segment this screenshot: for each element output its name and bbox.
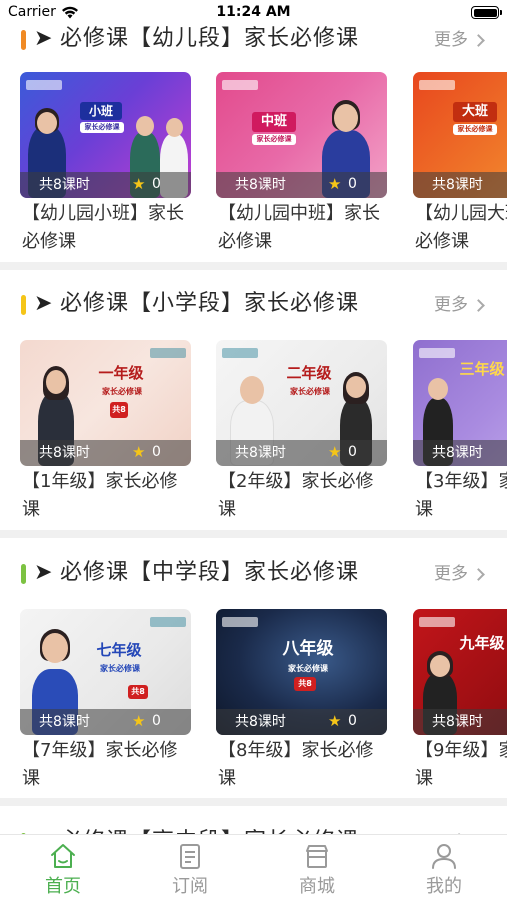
section-divider [0, 530, 507, 538]
lesson-count: 共8课时 [235, 445, 286, 461]
more-label: 更多 [434, 295, 468, 315]
rating-score: 0 [348, 713, 357, 729]
course-thumbnail: 八年级 家长必修课 共8 共8课时 ★ 0 [216, 609, 387, 735]
course-title: 【9年级】家长必修课 [415, 740, 507, 789]
section-header: ➤ 必修课【小学段】家长必修课 更多 [0, 276, 507, 332]
store-icon [306, 845, 328, 868]
rating-score: 0 [152, 713, 161, 729]
course-thumbnail: 大班 家长必修课 共8课时 ★ 0 [413, 72, 507, 198]
course-card[interactable]: 小班 家长必修课 共8课时 ★ 0 【幼儿园小班】家长必修课 [20, 72, 191, 252]
lesson-count: 共8课时 [39, 714, 90, 730]
star-icon: ★ [328, 712, 342, 730]
tab-label: 订阅 [172, 876, 208, 897]
tab-store[interactable]: 商城 [254, 835, 380, 901]
clock: 11:24 AM [216, 4, 291, 20]
course-thumbnail: 九年级 共8课时 ★ 0 [413, 609, 507, 735]
course-card[interactable]: 七年级 家长必修课 共8 共8课时 ★ 0 【7年级】家长必修课 [20, 609, 191, 789]
status-bar: Carrier 11:24 AM [0, 0, 507, 26]
course-title: 【3年级】家长必修课 [415, 471, 507, 520]
section-primary: ➤ 必修课【小学段】家长必修课 更多 一年级 家长必修课 共8 共8课时 ★ 0… [0, 276, 507, 532]
section-kindergarten: ➤ 必修课【幼儿段】家长必修课 更多 小班 家长必修课 共8课时 ★ 0 【幼儿… [0, 11, 507, 267]
more-link[interactable]: 更多 [434, 25, 485, 55]
section-accent-bar [21, 295, 26, 315]
tab-label: 首页 [45, 876, 81, 897]
course-card[interactable]: 九年级 共8课时 ★ 0 【9年级】家长必修课 [413, 609, 507, 789]
lesson-count: 共8课时 [432, 445, 483, 461]
lesson-count: 共8课时 [432, 177, 483, 193]
lesson-count: 共8课时 [235, 177, 286, 193]
battery-icon [471, 6, 502, 19]
section-title: 必修课【小学段】家长必修课 [60, 291, 360, 316]
course-title: 【2年级】家长必修课 [218, 471, 374, 520]
section-title: 必修课【中学段】家长必修课 [60, 560, 360, 585]
arrow-icon: ➤ [34, 291, 53, 316]
course-thumbnail: 一年级 家长必修课 共8 共8课时 ★ 0 [20, 340, 191, 466]
section-title: 必修课【高中段】家长必修课 [60, 825, 359, 834]
course-title: 【幼儿园中班】家长必修课 [218, 203, 380, 252]
more-label: 更多 [434, 30, 468, 50]
lesson-count: 共8课时 [39, 177, 90, 193]
course-title: 【1年级】家长必修课 [22, 471, 178, 520]
course-card[interactable]: 八年级 家长必修课 共8 共8课时 ★ 0 【8年级】家长必修课 [216, 609, 387, 789]
star-icon: ★ [132, 712, 146, 730]
section-accent-bar [21, 564, 26, 584]
rating-score: 0 [152, 444, 161, 460]
star-icon: ★ [328, 443, 342, 461]
course-card[interactable]: 二年级 家长必修课 共8课时 ★ 0 【2年级】家长必修课 [216, 340, 387, 520]
rating-score: 0 [348, 444, 357, 460]
course-thumbnail: 三年级 共8课时 ★ 0 [413, 340, 507, 466]
home-icon [51, 844, 75, 868]
chevron-right-icon [472, 298, 485, 312]
section-divider [0, 262, 507, 270]
star-icon: ★ [132, 443, 146, 461]
star-icon: ★ [328, 175, 342, 193]
tab-home[interactable]: 首页 [0, 835, 126, 901]
star-icon: ★ [132, 175, 146, 193]
arrow-icon: ➤ [34, 827, 52, 834]
course-thumbnail: 中班 家长必修课 共8课时 ★ 0 [216, 72, 387, 198]
tab-label: 商城 [299, 876, 335, 897]
course-card[interactable]: 一年级 家长必修课 共8 共8课时 ★ 0 【1年级】家长必修课 [20, 340, 191, 520]
profile-icon [432, 844, 456, 869]
tab-subscription[interactable]: 订阅 [127, 835, 253, 901]
section-high-school: ➤ 必修课【高中段】家长必修课 更多 [0, 814, 507, 834]
tab-label: 我的 [426, 876, 462, 897]
lesson-count: 共8课时 [235, 714, 286, 730]
section-middle-school: ➤ 必修课【中学段】家长必修课 更多 七年级 家长必修课 共8 共8课时 ★ 0… [0, 545, 507, 801]
course-thumbnail: 七年级 家长必修课 共8 共8课时 ★ 0 [20, 609, 191, 735]
course-title: 【幼儿园小班】家长必修课 [22, 203, 184, 252]
course-title: 【幼儿园大班】家长必修课 [415, 203, 507, 252]
section-divider [0, 798, 507, 806]
rating-score: 0 [348, 176, 357, 192]
section-header: ➤ 必修课【高中段】家长必修课 更多 [0, 814, 507, 834]
more-link[interactable]: 更多 [434, 290, 485, 320]
course-card[interactable]: 大班 家长必修课 共8课时 ★ 0 【幼儿园大班】家长必修课 [413, 72, 507, 252]
more-label: 更多 [434, 564, 468, 584]
course-thumbnail: 小班 家长必修课 共8课时 ★ 0 [20, 72, 191, 198]
course-card[interactable]: 中班 家长必修课 共8课时 ★ 0 【幼儿园中班】家长必修课 [216, 72, 387, 252]
arrow-icon: ➤ [34, 26, 53, 51]
home-feed: ➤ 必修课【幼儿段】家长必修课 更多 小班 家长必修课 共8课时 ★ 0 【幼儿… [0, 0, 507, 834]
rating-score: 0 [152, 176, 161, 192]
chevron-right-icon [472, 567, 485, 581]
course-card[interactable]: 三年级 共8课时 ★ 0 【3年级】家长必修课 [413, 340, 507, 520]
lesson-count: 共8课时 [39, 445, 90, 461]
course-thumbnail: 二年级 家长必修课 共8课时 ★ 0 [216, 340, 387, 466]
subscription-icon [180, 844, 200, 869]
lesson-count: 共8课时 [432, 714, 483, 730]
section-title: 必修课【幼儿段】家长必修课 [60, 26, 360, 51]
more-link[interactable]: 更多 [434, 559, 485, 589]
course-title: 【7年级】家长必修课 [22, 740, 178, 789]
section-header: ➤ 必修课【中学段】家长必修课 更多 [0, 545, 507, 601]
arrow-icon: ➤ [34, 560, 53, 585]
section-accent-bar [21, 30, 26, 50]
tab-profile[interactable]: 我的 [381, 835, 507, 901]
tab-bar: 首页 订阅 商城 我的 [0, 834, 507, 900]
chevron-right-icon [472, 33, 485, 47]
course-title: 【8年级】家长必修课 [218, 740, 374, 789]
